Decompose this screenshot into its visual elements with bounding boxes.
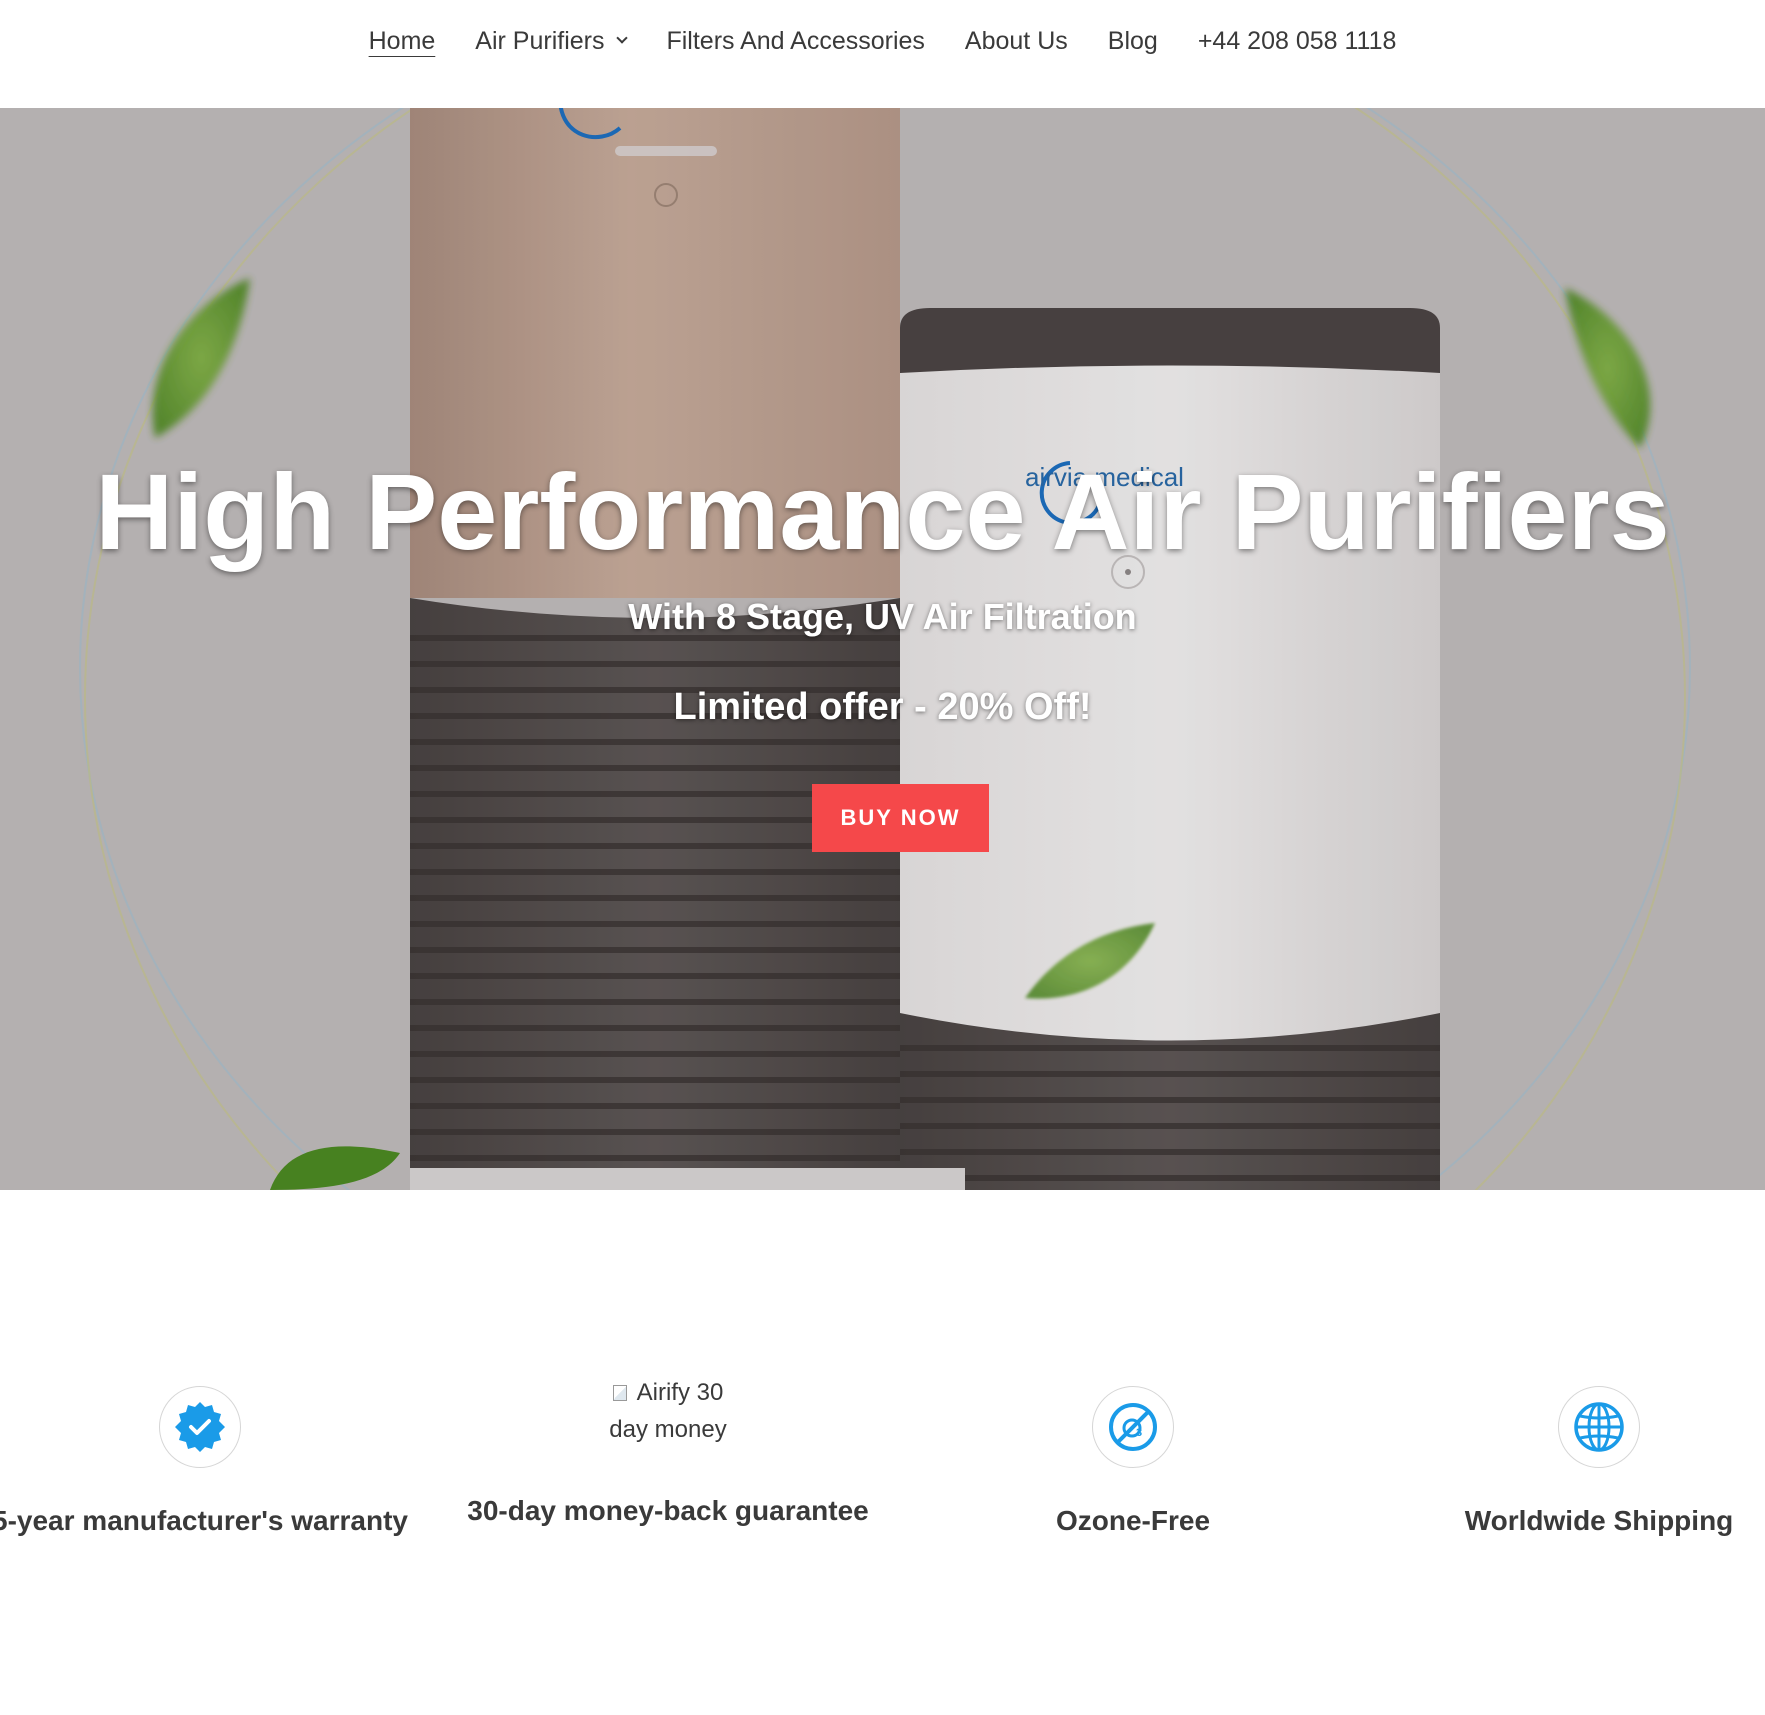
broken-image-alt-text: Airify 30 day money xyxy=(609,1379,727,1443)
nav-item-label: Air Purifiers xyxy=(475,27,605,55)
globe-icon xyxy=(1574,1402,1624,1452)
nav-item-label: Filters And Accessories xyxy=(666,27,925,55)
nav-item-about-us[interactable]: About Us xyxy=(945,26,1088,56)
ozone-free-icon: 3 xyxy=(1109,1403,1157,1451)
nav-item-phone[interactable]: +44 208 058 1118 xyxy=(1178,26,1417,56)
nav-item-label: Blog xyxy=(1107,27,1158,55)
buy-now-button[interactable]: BUY NOW xyxy=(812,784,989,852)
top-navigation: Home Air Purifiers Filters And Accessori… xyxy=(0,0,1765,108)
nav-item-air-purifiers[interactable]: Air Purifiers xyxy=(455,26,646,56)
chevron-down-icon xyxy=(616,32,629,44)
hero-subtitle: With 8 Stage, UV Air Filtration xyxy=(628,596,1137,637)
nav-item-label: Home xyxy=(368,27,436,55)
verified-badge-icon xyxy=(175,1402,225,1452)
icon-circle: 3 xyxy=(1092,1386,1174,1468)
hero-offer: Limited offer - 20% Off! xyxy=(673,686,1092,728)
feature-title: Ozone-Free xyxy=(1055,1505,1211,1536)
hero-background-image: airvia medical xyxy=(0,108,1765,1190)
nav-item-blog[interactable]: Blog xyxy=(1088,26,1178,56)
feature-warranty: 5-year manufacturer's warranty xyxy=(0,1378,420,1538)
hero-title: High Performance Air Purifiers xyxy=(95,451,1670,572)
icon-circle xyxy=(1558,1386,1640,1468)
feature-title: Worldwide Shipping xyxy=(1464,1505,1734,1536)
feature-ozone-free: 3 Ozone-Free xyxy=(913,1378,1353,1538)
broken-image-icon xyxy=(612,1385,627,1401)
feature-money-back: Airify 30 day money 30-day money-back gu… xyxy=(448,1374,888,1528)
nav-item-filters-and-accessories[interactable]: Filters And Accessories xyxy=(646,26,944,56)
nav-item-home[interactable]: Home xyxy=(349,26,456,56)
feature-title: 5-year manufacturer's warranty xyxy=(0,1505,408,1536)
feature-title: 30-day money-back guarantee xyxy=(467,1495,869,1526)
nav-item-label: About Us xyxy=(964,27,1068,55)
svg-text:3: 3 xyxy=(1136,1427,1142,1439)
broken-image: Airify 30 day money xyxy=(608,1374,728,1474)
nav-menu: Home Air Purifiers Filters And Accessori… xyxy=(0,26,1765,56)
feature-worldwide-shipping: Worldwide Shipping xyxy=(1379,1378,1765,1538)
icon-circle xyxy=(159,1386,241,1468)
hero-banner: airvia medical High Performance Air Puri… xyxy=(0,108,1765,1190)
nav-item-label: +44 208 058 1118 xyxy=(1197,27,1397,55)
